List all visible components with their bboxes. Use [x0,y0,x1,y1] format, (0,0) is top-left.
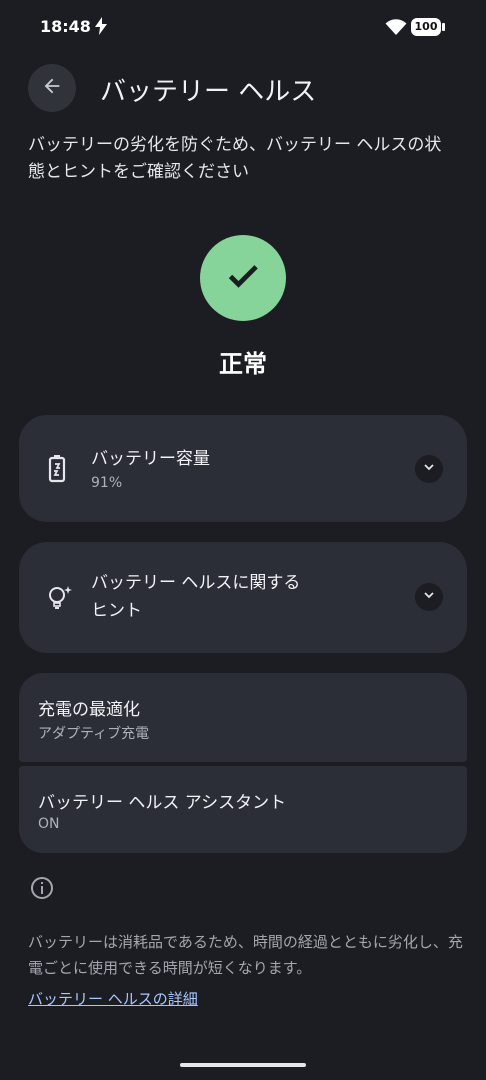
optimize-title: 充電の最適化 [38,700,140,720]
page-title: バッテリー ヘルス [100,77,317,107]
gesture-nav-handle[interactable] [180,1063,306,1067]
assistant-title: バッテリー ヘルス アシスタント [38,793,287,813]
footer-description: バッテリーは消耗品であるため、時間の経過とともに劣化し、充電ごとに使用できる時間… [28,933,463,977]
health-tips-card[interactable]: バッテリー ヘルスに関する ヒント [19,542,467,653]
charging-bolt-icon [94,17,108,39]
battery-health-assistant-row[interactable]: バッテリー ヘルス アシスタント ON [19,766,467,853]
health-status-circle [200,235,286,321]
battery-icon: 100 [411,18,445,36]
optimize-subtitle: アダプティブ充電 [38,726,150,742]
battery-capacity-card[interactable]: バッテリー容量 91% [19,415,467,522]
capacity-title: バッテリー容量 [91,449,210,469]
back-button[interactable] [28,64,76,112]
battery-health-details-link[interactable]: バッテリー ヘルスの詳細 [28,988,198,1009]
health-status-label: 正常 [219,350,267,378]
chevron-down-icon [421,459,437,479]
intro-text: バッテリーの劣化を防ぐため、バッテリー ヘルスの状態とヒントをご確認ください [28,135,442,182]
tips-title-line2: ヒント [91,601,142,621]
assistant-subtitle: ON [38,816,60,832]
status-time: 18:48 [40,17,91,36]
charging-optimization-row[interactable]: 充電の最適化 アダプティブ充電 [19,673,467,762]
chevron-down-icon [421,587,437,607]
battery-level: 100 [411,18,441,36]
tips-expand-button[interactable] [415,583,443,611]
arrow-left-icon [41,75,63,101]
tips-title-line1: バッテリー ヘルスに関する [91,573,301,593]
battery-health-icon [47,455,67,487]
status-bar: 18:48 100 [0,0,486,56]
lightbulb-sparkle-icon [47,584,73,616]
info-icon [30,876,54,904]
wifi-icon [385,18,407,40]
checkmark-icon [225,258,261,298]
capacity-expand-button[interactable] [415,455,443,483]
capacity-value: 91% [91,475,123,491]
